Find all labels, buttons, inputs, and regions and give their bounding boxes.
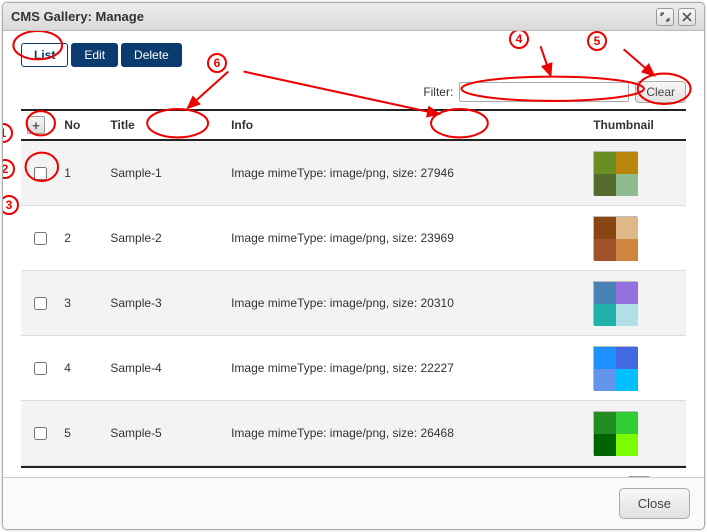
row-checkbox[interactable] bbox=[34, 297, 47, 310]
pager: 1 / 5 of 5 Prev 1 Next bbox=[21, 466, 686, 477]
cell-title: Sample-4 bbox=[104, 336, 225, 401]
dialog-window: CMS Gallery: Manage List Edit Delete Fil… bbox=[2, 2, 705, 530]
cell-info: Image mimeType: image/png, size: 26468 bbox=[225, 401, 587, 466]
column-header-title[interactable]: Title bbox=[104, 110, 225, 140]
cell-thumbnail bbox=[587, 271, 686, 336]
add-row-button[interactable]: + bbox=[27, 116, 45, 134]
table-row: 5Sample-5Image mimeType: image/png, size… bbox=[21, 401, 686, 466]
cell-thumbnail bbox=[587, 336, 686, 401]
tab-edit[interactable]: Edit bbox=[71, 43, 118, 67]
table-row: 4Sample-4Image mimeType: image/png, size… bbox=[21, 336, 686, 401]
cell-title: Sample-2 bbox=[104, 206, 225, 271]
cell-info: Image mimeType: image/png, size: 23969 bbox=[225, 206, 587, 271]
thumbnail-icon[interactable] bbox=[593, 346, 637, 390]
column-header-thumbnail[interactable]: Thumbnail bbox=[587, 110, 686, 140]
thumbnail-icon[interactable] bbox=[593, 151, 637, 195]
filter-row: Filter: Clear bbox=[21, 81, 686, 103]
table-row: 1Sample-1Image mimeType: image/png, size… bbox=[21, 140, 686, 206]
row-checkbox[interactable] bbox=[34, 167, 47, 180]
cell-thumbnail bbox=[587, 206, 686, 271]
maximize-icon[interactable] bbox=[656, 8, 674, 26]
column-header-info[interactable]: Info bbox=[225, 110, 587, 140]
annotation-2: 2 bbox=[3, 159, 15, 179]
cell-info: Image mimeType: image/png, size: 27946 bbox=[225, 140, 587, 206]
cell-no: 5 bbox=[58, 401, 104, 466]
filter-input[interactable] bbox=[459, 82, 629, 102]
row-checkbox[interactable] bbox=[34, 232, 47, 245]
cell-thumbnail bbox=[587, 140, 686, 206]
pager-page-1[interactable]: 1 bbox=[627, 476, 652, 477]
column-header-no[interactable]: No bbox=[58, 110, 104, 140]
tab-delete[interactable]: Delete bbox=[121, 43, 182, 67]
close-button[interactable]: Close bbox=[619, 488, 690, 519]
tab-bar: List Edit Delete bbox=[21, 43, 686, 67]
row-checkbox[interactable] bbox=[34, 362, 47, 375]
filter-label: Filter: bbox=[423, 85, 453, 99]
cell-no: 2 bbox=[58, 206, 104, 271]
grid-body: 1Sample-1Image mimeType: image/png, size… bbox=[21, 140, 686, 466]
cell-info: Image mimeType: image/png, size: 20310 bbox=[225, 271, 587, 336]
dialog-header: CMS Gallery: Manage bbox=[3, 3, 704, 31]
clear-button[interactable]: Clear bbox=[635, 81, 686, 103]
cell-no: 3 bbox=[58, 271, 104, 336]
cell-title: Sample-1 bbox=[104, 140, 225, 206]
dialog-body: List Edit Delete Filter: Clear + No Titl… bbox=[3, 31, 704, 477]
thumbnail-icon[interactable] bbox=[593, 411, 637, 455]
annotation-1: 1 bbox=[3, 123, 13, 143]
cell-title: Sample-3 bbox=[104, 271, 225, 336]
data-grid: + No Title Info Thumbnail 1Sample-1Image… bbox=[21, 109, 686, 466]
cell-no: 4 bbox=[58, 336, 104, 401]
thumbnail-icon[interactable] bbox=[593, 281, 637, 325]
annotation-3: 3 bbox=[3, 195, 19, 215]
dialog-title: CMS Gallery: Manage bbox=[11, 9, 652, 24]
cell-info: Image mimeType: image/png, size: 22227 bbox=[225, 336, 587, 401]
cell-title: Sample-5 bbox=[104, 401, 225, 466]
row-checkbox[interactable] bbox=[34, 427, 47, 440]
cell-no: 1 bbox=[58, 140, 104, 206]
table-row: 3Sample-3Image mimeType: image/png, size… bbox=[21, 271, 686, 336]
table-row: 2Sample-2Image mimeType: image/png, size… bbox=[21, 206, 686, 271]
cell-thumbnail bbox=[587, 401, 686, 466]
dialog-footer: Close bbox=[3, 477, 704, 529]
close-icon[interactable] bbox=[678, 8, 696, 26]
tab-list[interactable]: List bbox=[21, 43, 68, 67]
thumbnail-icon[interactable] bbox=[593, 216, 637, 260]
